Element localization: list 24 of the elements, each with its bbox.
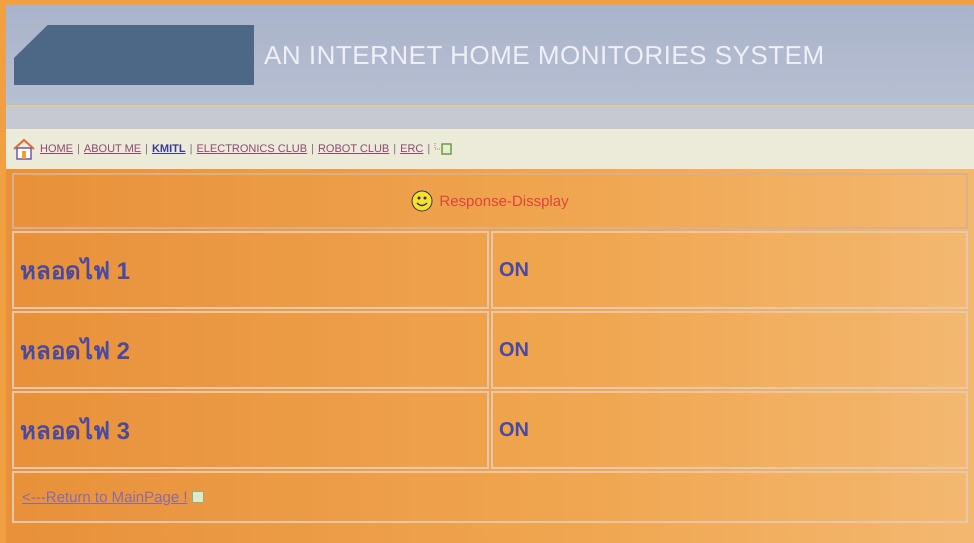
device-name-cell: หลอดไฟ 1 <box>12 231 489 309</box>
nav-link[interactable]: HOME <box>40 143 73 155</box>
square-icon <box>192 491 204 503</box>
device-status-cell: ON <box>491 311 968 389</box>
nav-link[interactable]: ROBOT CLUB <box>318 143 390 155</box>
site-title: AN INTERNET HOME MONITORIES SYSTEM <box>264 40 825 70</box>
device-name-cell: หลอดไฟ 2 <box>12 311 489 389</box>
home-icon[interactable] <box>12 137 36 161</box>
nav-link[interactable]: KMITL <box>152 143 186 155</box>
nav-separator: | <box>145 143 148 155</box>
nav-link[interactable]: ELECTRONICS CLUB <box>196 143 308 155</box>
nav-separator: | <box>393 143 396 155</box>
nav-link[interactable]: ABOUT ME <box>84 143 142 155</box>
nav-separator: | <box>77 143 80 155</box>
device-status-cell: ON <box>491 391 968 469</box>
device-name-cell: หลอดไฟ 3 <box>12 391 489 469</box>
nav-separator: | <box>311 143 314 155</box>
panel-heading: Response-Dissplay <box>439 192 569 210</box>
smiley-icon <box>411 190 434 212</box>
device-status-cell: ON <box>491 231 968 309</box>
nav-separator: | <box>190 143 192 155</box>
nav-link[interactable]: ERC <box>400 143 424 155</box>
page-icon <box>434 141 452 157</box>
nav-separator: | <box>427 143 430 155</box>
